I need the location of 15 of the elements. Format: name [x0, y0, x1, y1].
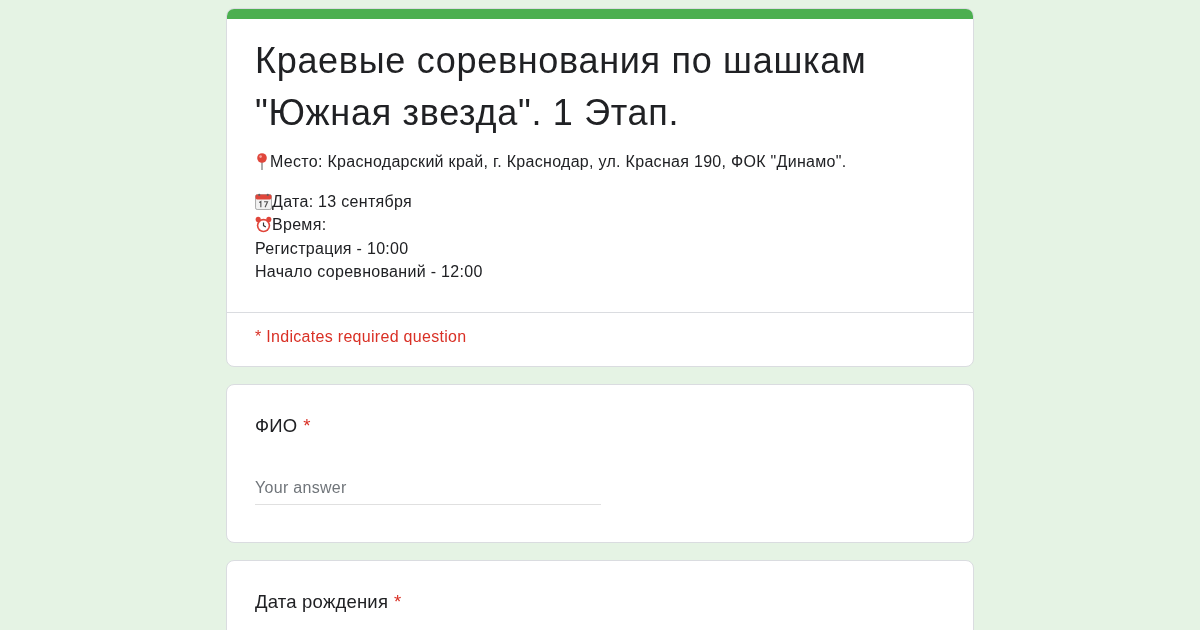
- description-text: Дата: 13 сентября: [272, 191, 412, 212]
- required-mark: *: [394, 589, 402, 614]
- calendar-icon: [255, 192, 272, 210]
- alarm-clock-icon: [255, 216, 272, 234]
- question-label: Дата рождения: [255, 589, 389, 614]
- required-mark: *: [303, 413, 311, 438]
- description-text: Время:: [272, 215, 327, 235]
- answer-field[interactable]: Your answer: [255, 472, 601, 505]
- map-pin-icon: [255, 153, 269, 171]
- description-text: Начало соревнований - 12:00: [255, 262, 483, 282]
- description-text: Регистрация - 10:00: [255, 238, 409, 259]
- description-text: Место: Краснодарский край, г. Краснодар, ул. Красная 190, ФОК "Динамо".: [270, 152, 847, 172]
- form-title: Краевые соревнования по шашкам "Южная звезда". 1 Этап.: [255, 39, 868, 135]
- question-label: ФИО: [255, 413, 298, 438]
- required-note: * Indicates required question: [255, 326, 467, 347]
